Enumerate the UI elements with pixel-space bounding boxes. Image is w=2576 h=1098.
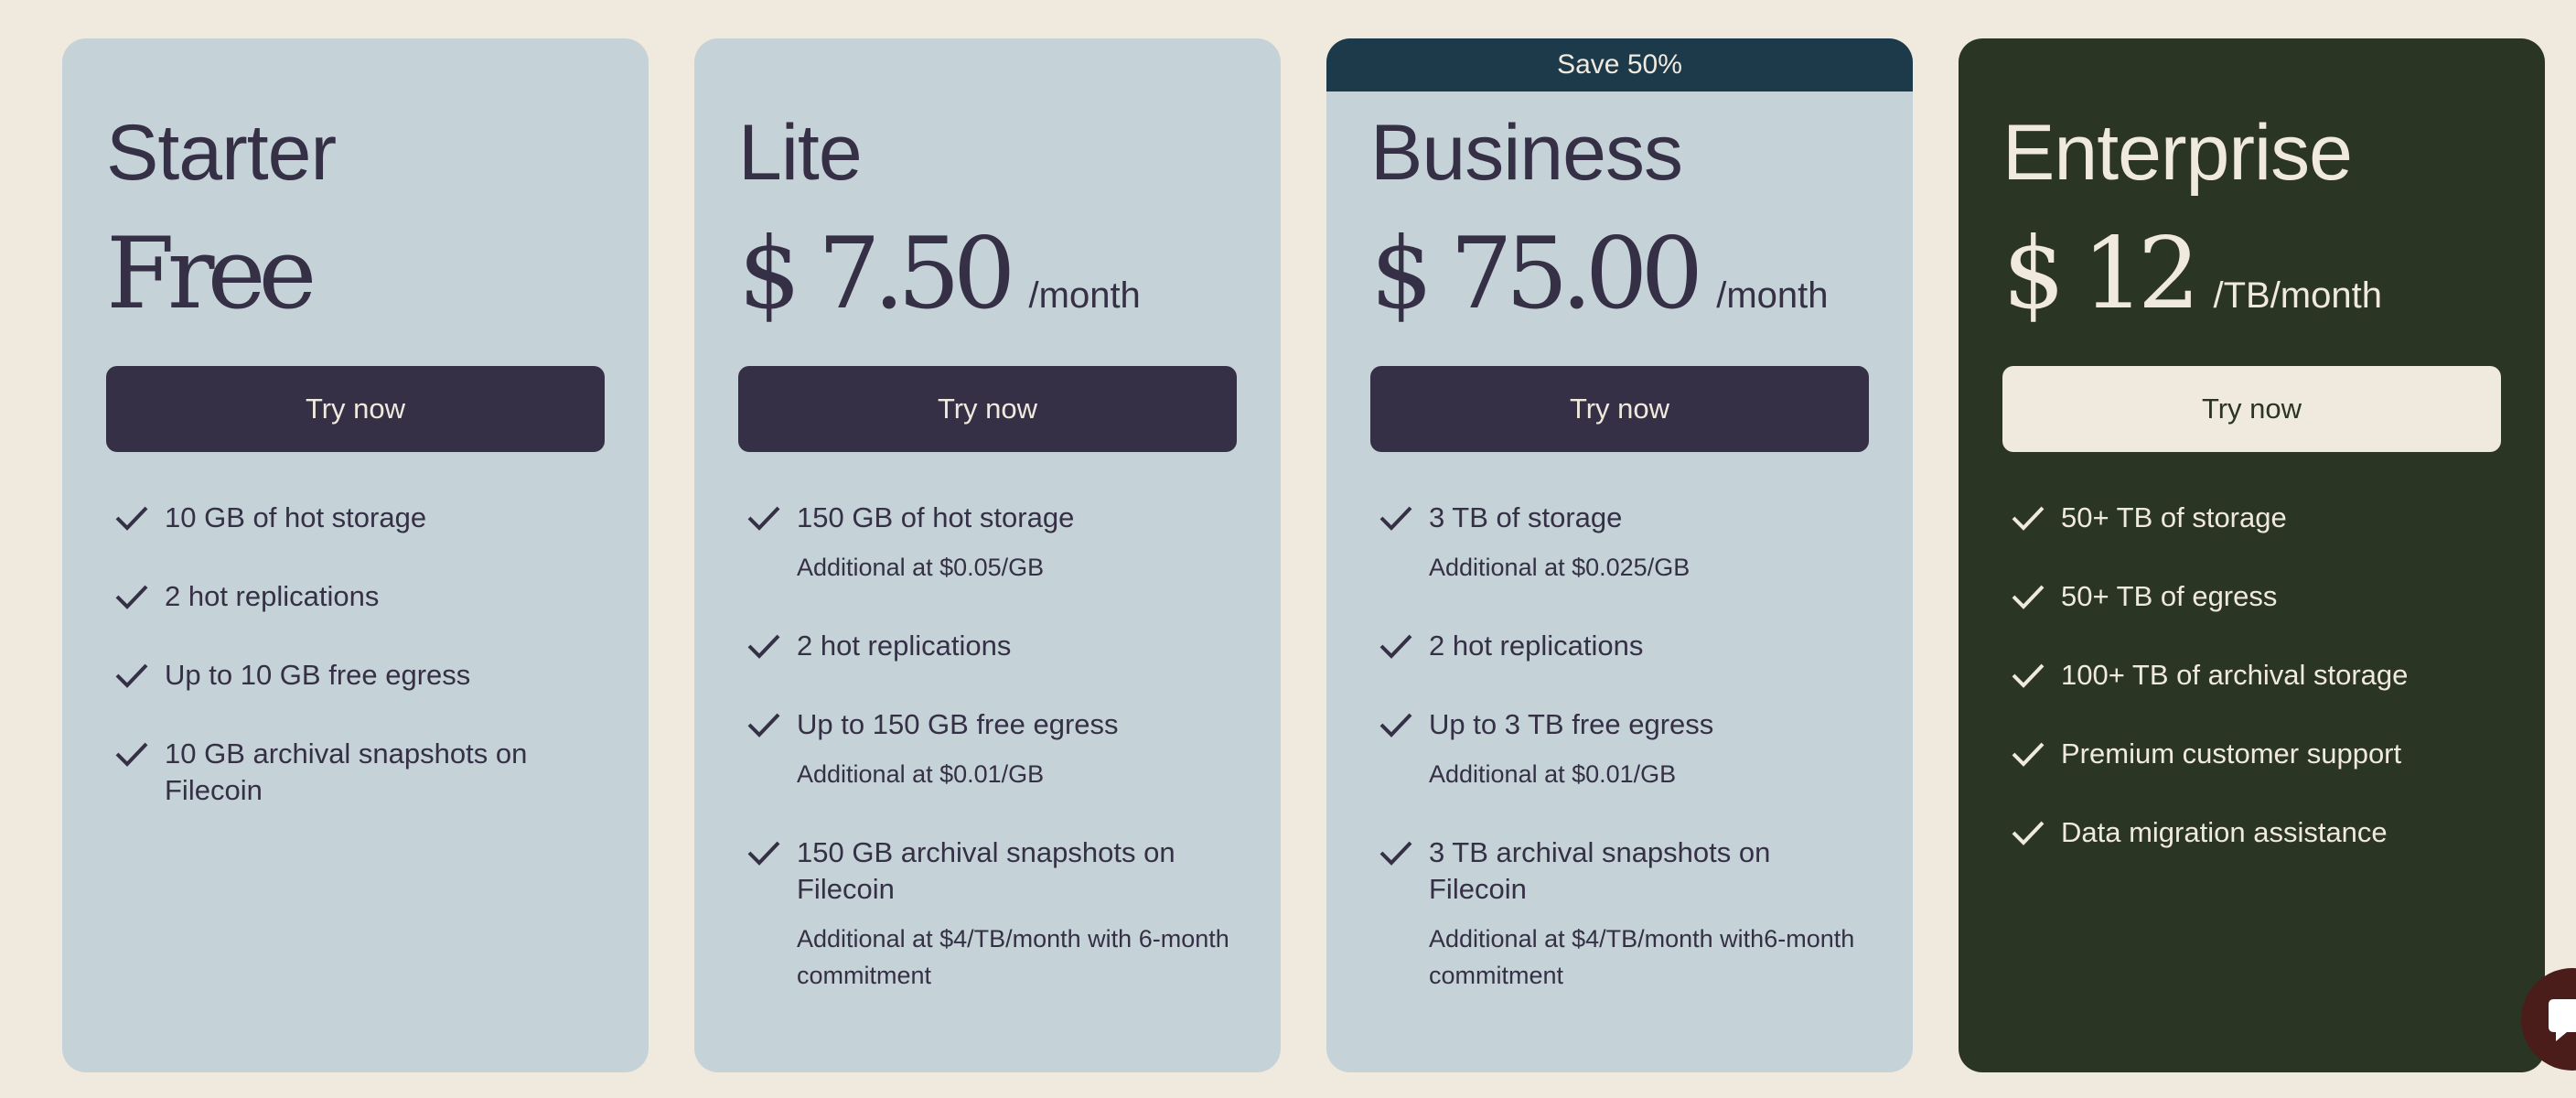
feature-note: Additional at $4/TB/month with6-month co… [1429, 925, 1855, 989]
feature-text: 3 TB archival snapshots on Filecoin [1429, 836, 1771, 905]
pricing-plans: Starter Free Try now 10 GB of hot storag… [62, 38, 2545, 1072]
plan-price: $ 12 /TB/month [2002, 217, 2501, 331]
feature-text: Data migration assistance [2061, 816, 2388, 848]
feature-text: Up to 150 GB free egress [797, 708, 1119, 740]
price-amount: $ 12 [2002, 217, 2200, 331]
check-icon [746, 503, 782, 533]
chat-icon [2549, 999, 2576, 1041]
price-period: /month [1028, 275, 1141, 316]
check-icon [2010, 818, 2046, 847]
feature-list: 150 GB of hot storage Additional at $0.0… [738, 500, 1237, 994]
check-icon [1378, 838, 1414, 867]
feature-list: 10 GB of hot storage 2 hot replications … [106, 500, 605, 809]
check-icon [2010, 582, 2046, 611]
feature-note: Additional at $0.01/GB [797, 760, 1045, 788]
plan-name: Enterprise [2002, 109, 2353, 197]
check-icon [113, 503, 150, 533]
try-now-button-lite[interactable]: Try now [738, 366, 1237, 452]
check-icon [1378, 503, 1414, 533]
feature-text: Up to 3 TB free egress [1429, 708, 1714, 740]
feature-item: Premium customer support [2002, 736, 2501, 772]
plan-name: Business [1370, 109, 1683, 197]
check-icon [2010, 661, 2046, 690]
feature-item: 50+ TB of storage [2002, 500, 2501, 536]
feature-item: 2 hot replications [1370, 628, 1869, 664]
feature-note: Additional at $0.05/GB [797, 554, 1045, 581]
try-now-button-business[interactable]: Try now [1370, 366, 1869, 452]
feature-note: Additional at $0.025/GB [1429, 554, 1690, 581]
feature-item: 10 GB of hot storage [106, 500, 605, 536]
feature-text: 50+ TB of storage [2061, 501, 2287, 533]
price-amount: Free [106, 217, 317, 331]
feature-note: Additional at $0.01/GB [1429, 760, 1677, 788]
check-icon [1378, 710, 1414, 739]
try-now-button-starter[interactable]: Try now [106, 366, 605, 452]
feature-item: 50+ TB of egress [2002, 578, 2501, 615]
plan-card-lite: Lite $ 7.50 /month Try now 150 GB of hot… [694, 38, 1281, 1072]
check-icon [113, 582, 150, 611]
feature-text: 2 hot replications [797, 630, 1012, 662]
check-icon [2010, 739, 2046, 769]
feature-item: 10 GB archival snapshots on Filecoin [106, 736, 605, 809]
try-now-button-enterprise[interactable]: Try now [2002, 366, 2501, 452]
feature-text: 50+ TB of egress [2061, 580, 2278, 612]
feature-text: 100+ TB of archival storage [2061, 659, 2409, 691]
check-icon [1378, 631, 1414, 661]
feature-text: 2 hot replications [1429, 630, 1644, 662]
feature-text: Premium customer support [2061, 737, 2402, 770]
feature-item: 100+ TB of archival storage [2002, 657, 2501, 694]
check-icon [113, 661, 150, 690]
plan-price: $ 75.00 /month [1370, 217, 1869, 331]
feature-text: 3 TB of storage [1429, 501, 1623, 533]
price-amount: $ 7.50 [738, 217, 1016, 331]
feature-list: 3 TB of storage Additional at $0.025/GB … [1370, 500, 1869, 994]
check-icon [746, 838, 782, 867]
feature-text: 150 GB of hot storage [797, 501, 1075, 533]
feature-item: Up to 3 TB free egress Additional at $0.… [1370, 706, 1869, 792]
price-period: /TB/month [2213, 275, 2382, 316]
feature-list: 50+ TB of storage 50+ TB of egress 100+ … [2002, 500, 2501, 851]
feature-item: 3 TB archival snapshots on Filecoin Addi… [1370, 834, 1869, 994]
check-icon [746, 710, 782, 739]
feature-item: 2 hot replications [738, 628, 1237, 664]
feature-item: Up to 10 GB free egress [106, 657, 605, 694]
check-icon [746, 631, 782, 661]
feature-item: Up to 150 GB free egress Additional at $… [738, 706, 1237, 792]
plan-card-business: Save 50% Business $ 75.00 /month Try now… [1326, 38, 1913, 1072]
check-icon [113, 739, 150, 769]
price-period: /month [1716, 275, 1829, 316]
plan-card-enterprise: Enterprise $ 12 /TB/month Try now 50+ TB… [1959, 38, 2545, 1072]
feature-item: 3 TB of storage Additional at $0.025/GB [1370, 500, 1869, 586]
plan-card-starter: Starter Free Try now 10 GB of hot storag… [62, 38, 649, 1072]
save-badge: Save 50% [1326, 38, 1913, 92]
plan-price: Free [106, 217, 605, 331]
feature-text: 10 GB archival snapshots on Filecoin [165, 737, 528, 806]
feature-text: Up to 10 GB free egress [165, 659, 471, 691]
check-icon [2010, 503, 2046, 533]
feature-text: 10 GB of hot storage [165, 501, 427, 533]
feature-text: 2 hot replications [165, 580, 380, 612]
feature-text: 150 GB archival snapshots on Filecoin [797, 836, 1175, 905]
feature-item: 150 GB archival snapshots on Filecoin Ad… [738, 834, 1237, 994]
feature-item: 2 hot replications [106, 578, 605, 615]
feature-note: Additional at $4/TB/month with 6-month c… [797, 925, 1229, 989]
plan-name: Lite [738, 109, 863, 197]
plan-price: $ 7.50 /month [738, 217, 1237, 331]
feature-item: 150 GB of hot storage Additional at $0.0… [738, 500, 1237, 586]
feature-item: Data migration assistance [2002, 814, 2501, 851]
plan-name: Starter [106, 109, 337, 197]
price-amount: $ 75.00 [1370, 217, 1703, 331]
